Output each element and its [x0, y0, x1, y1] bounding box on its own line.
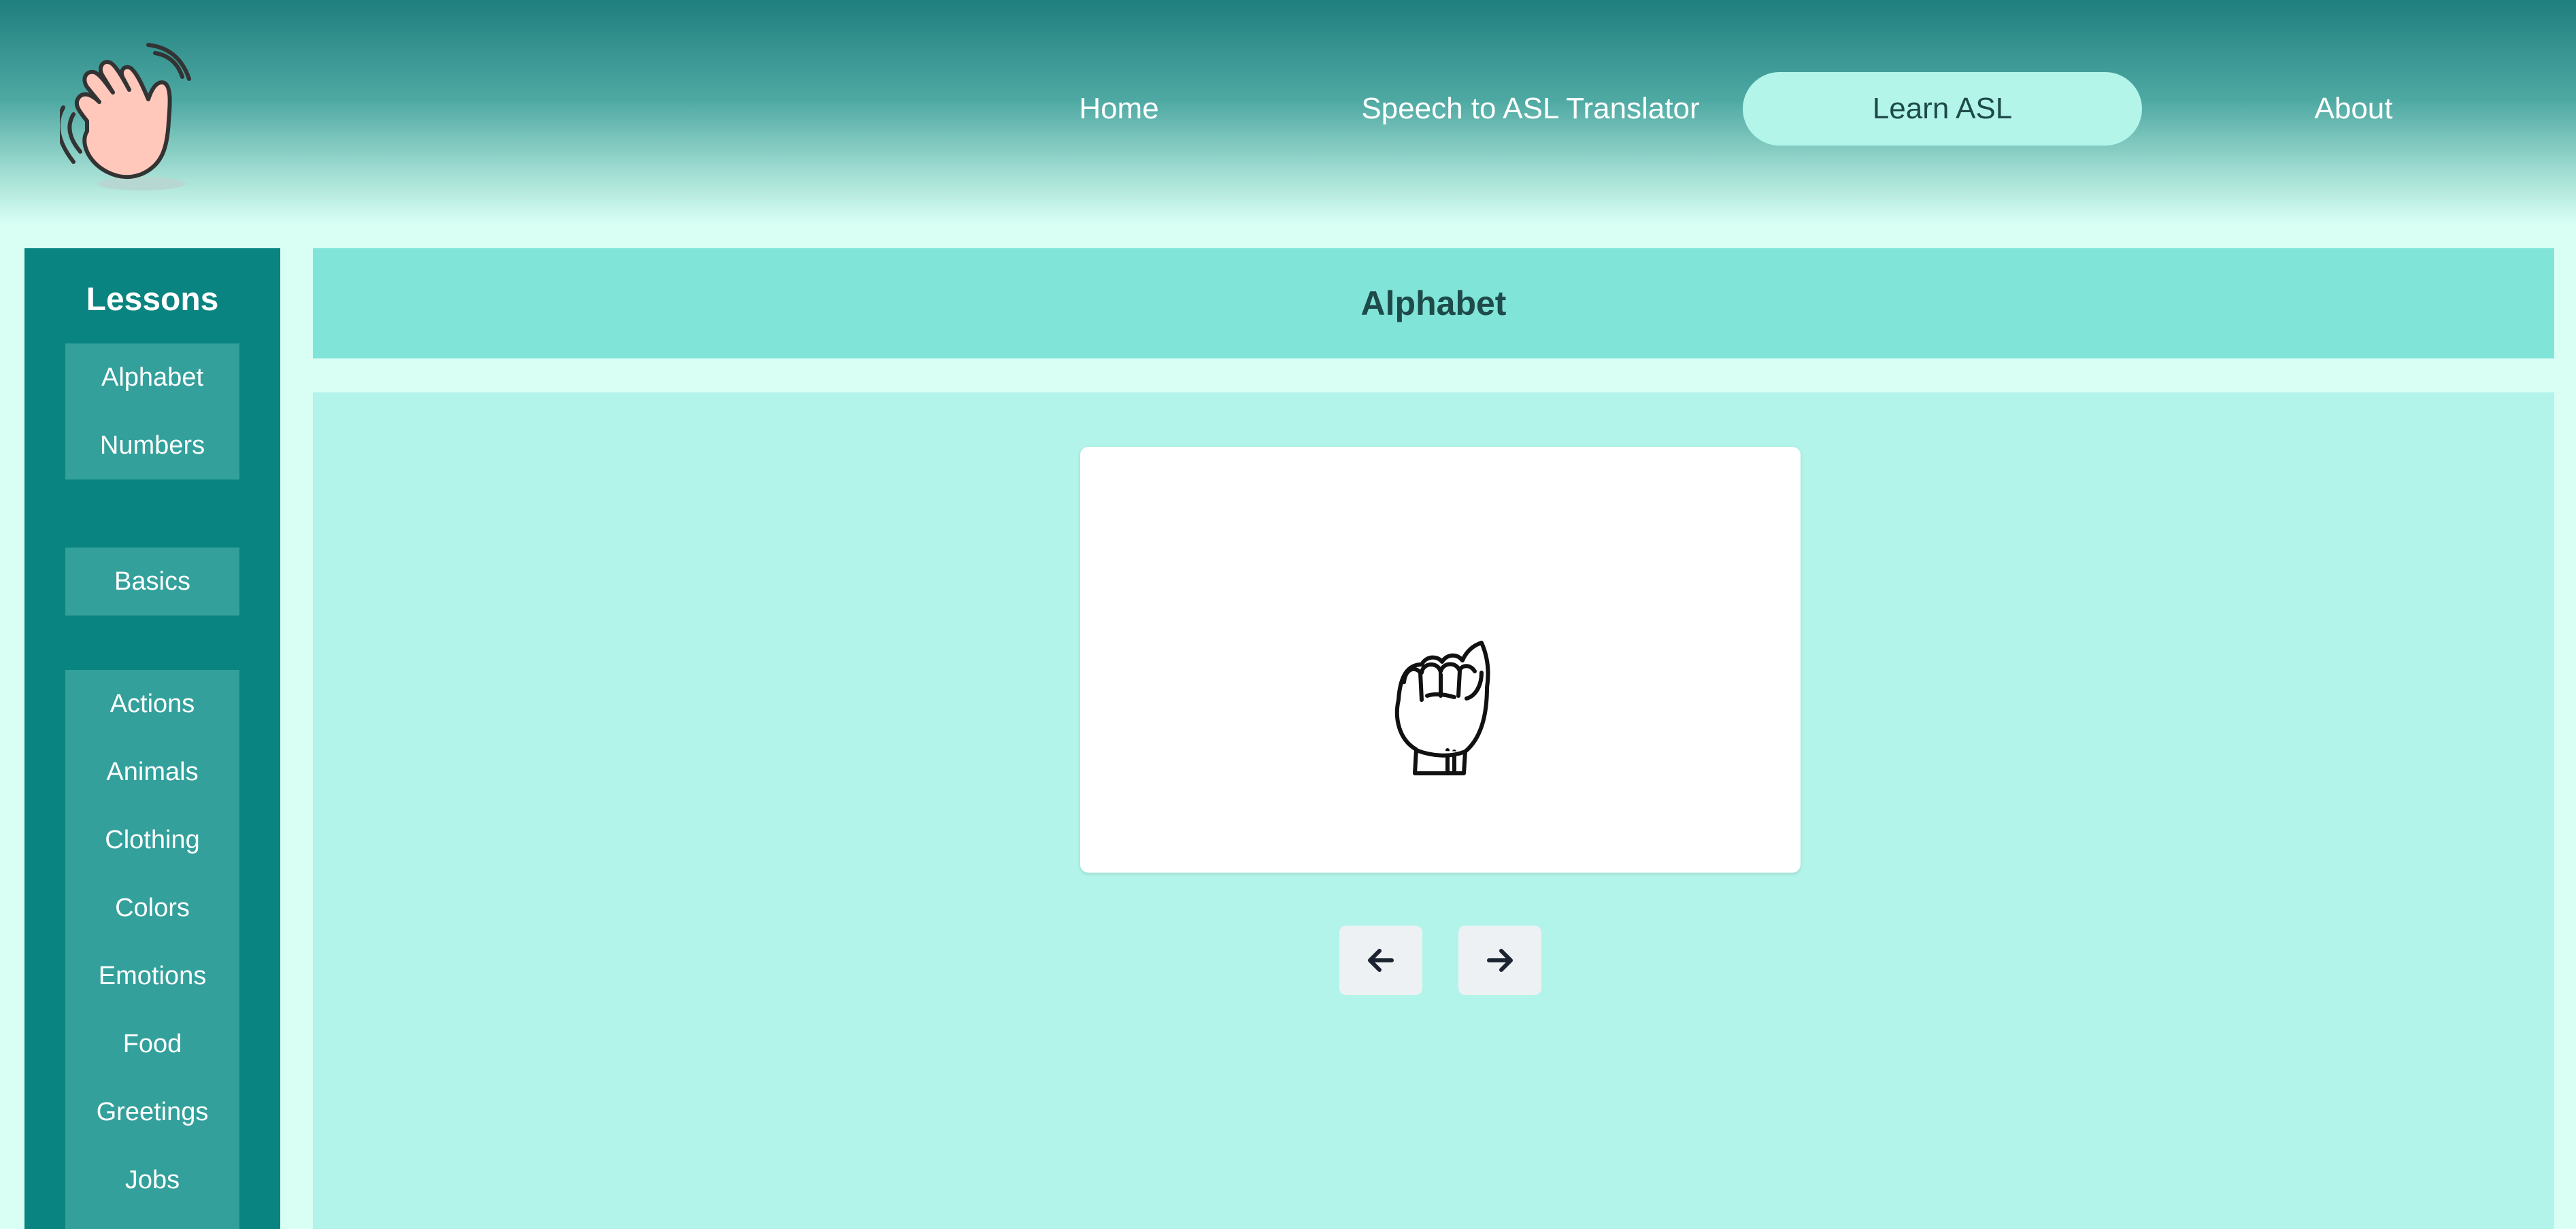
sidebar-item-actions[interactable]: Actions: [65, 670, 239, 738]
sidebar-item-basics[interactable]: Basics: [65, 548, 239, 616]
previous-sign-button[interactable]: [1339, 926, 1422, 995]
sidebar-group-alphabet-numbers: Alphabet Numbers: [65, 343, 239, 479]
sidebar-item-numbers[interactable]: Numbers: [65, 411, 239, 479]
sidebar-item-alphabet[interactable]: Alphabet: [65, 343, 239, 411]
sidebar-item-colors[interactable]: Colors: [65, 874, 239, 942]
nav-speech-to-asl-translator[interactable]: Speech to ASL Translator: [1326, 72, 1735, 146]
nav-about[interactable]: About: [2245, 72, 2462, 146]
sign-card: [1080, 447, 1801, 873]
lessons-sidebar: Lessons Alphabet Numbers Basics Actions …: [24, 248, 280, 1229]
arrow-left-icon: [1368, 949, 1394, 972]
asl-letter-a-hand-icon: [1394, 641, 1490, 775]
next-sign-button[interactable]: [1458, 926, 1541, 995]
sidebar-item-greetings[interactable]: Greetings: [65, 1078, 239, 1146]
sidebar-item-clothing[interactable]: Clothing: [65, 806, 239, 874]
sidebar-item-jobs[interactable]: Jobs: [65, 1146, 239, 1214]
sidebar-title: Lessons: [86, 282, 219, 318]
sidebar-item-food[interactable]: Food: [65, 1010, 239, 1078]
sidebar-item-animals[interactable]: Animals: [65, 738, 239, 806]
top-header: Home Speech to ASL Translator Learn ASL …: [0, 0, 2576, 224]
arrow-right-icon: [1487, 949, 1513, 972]
sidebar-group-topics: Actions Animals Clothing Colors Emotions…: [65, 670, 239, 1229]
waving-hand-icon[interactable]: [60, 39, 210, 196]
sidebar-group-basics: Basics: [65, 548, 239, 616]
nav-learn-asl[interactable]: Learn ASL: [1743, 72, 2142, 146]
sidebar-item-emotions[interactable]: Emotions: [65, 942, 239, 1010]
nav-home[interactable]: Home: [1020, 72, 1218, 146]
lesson-title: Alphabet: [313, 248, 2554, 358]
